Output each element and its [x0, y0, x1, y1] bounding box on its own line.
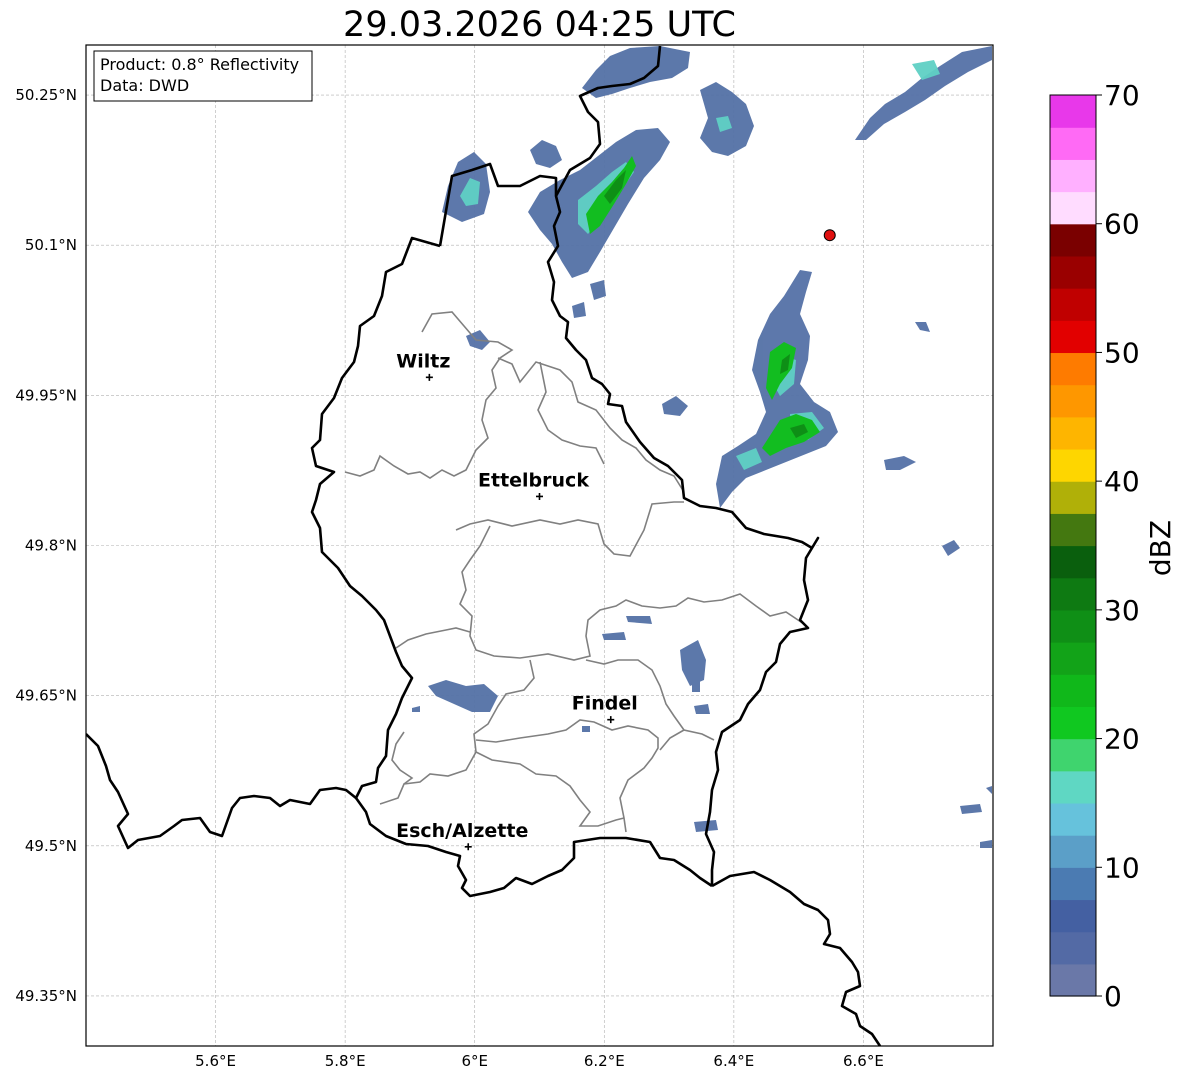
colorbar-label: dBZ — [1144, 520, 1177, 576]
colorbar-swatch — [1050, 288, 1096, 321]
colorbar-swatch — [1050, 867, 1096, 901]
colorbar-swatch — [1050, 963, 1096, 997]
colorbar-tick-label: 60 — [1104, 208, 1140, 241]
colorbar-swatch — [1050, 448, 1096, 482]
colorbar-tick-labels: 0 10 20 30 40 50 60 70 — [1096, 79, 1140, 1013]
colorbar-swatch — [1050, 545, 1096, 579]
colorbar-swatch — [1050, 931, 1096, 965]
colorbar-tick-label: 50 — [1104, 336, 1140, 369]
colorbar-swatch — [1050, 770, 1096, 804]
colorbar-swatch — [1050, 481, 1096, 514]
colorbar: 0 10 20 30 40 50 60 70 dBZ — [1049, 79, 1177, 1013]
colorbar-swatch — [1050, 127, 1096, 160]
colorbar-swatches — [1050, 95, 1096, 997]
colorbar-swatch — [1050, 95, 1096, 128]
colorbar-swatch — [1050, 642, 1096, 675]
colorbar-tick-label: 30 — [1104, 594, 1140, 627]
colorbar-tick-label: 70 — [1104, 79, 1140, 112]
colorbar-swatch — [1050, 223, 1096, 257]
colorbar-swatch — [1050, 255, 1096, 289]
colorbar-swatch — [1050, 802, 1096, 836]
colorbar-swatch — [1050, 738, 1096, 772]
colorbar-swatch — [1050, 899, 1096, 933]
colorbar-swatch — [1050, 674, 1096, 707]
colorbar-swatch — [1050, 513, 1096, 547]
colorbar-swatch — [1050, 191, 1096, 225]
colorbar-tick-label: 0 — [1104, 980, 1122, 1013]
colorbar-tick-label: 40 — [1104, 465, 1140, 498]
colorbar-swatch — [1050, 609, 1096, 643]
colorbar-swatch — [1050, 352, 1096, 386]
colorbar-tick-label: 20 — [1104, 723, 1140, 756]
colorbar-swatch — [1050, 320, 1096, 354]
colorbar-tick-label: 10 — [1104, 851, 1140, 884]
colorbar-swatch — [1050, 159, 1096, 193]
colorbar-swatch — [1050, 577, 1096, 611]
colorbar-swatch — [1050, 706, 1096, 740]
colorbar-swatch — [1050, 384, 1096, 418]
colorbar-swatch — [1050, 416, 1096, 450]
colorbar-swatch — [1050, 835, 1096, 868]
